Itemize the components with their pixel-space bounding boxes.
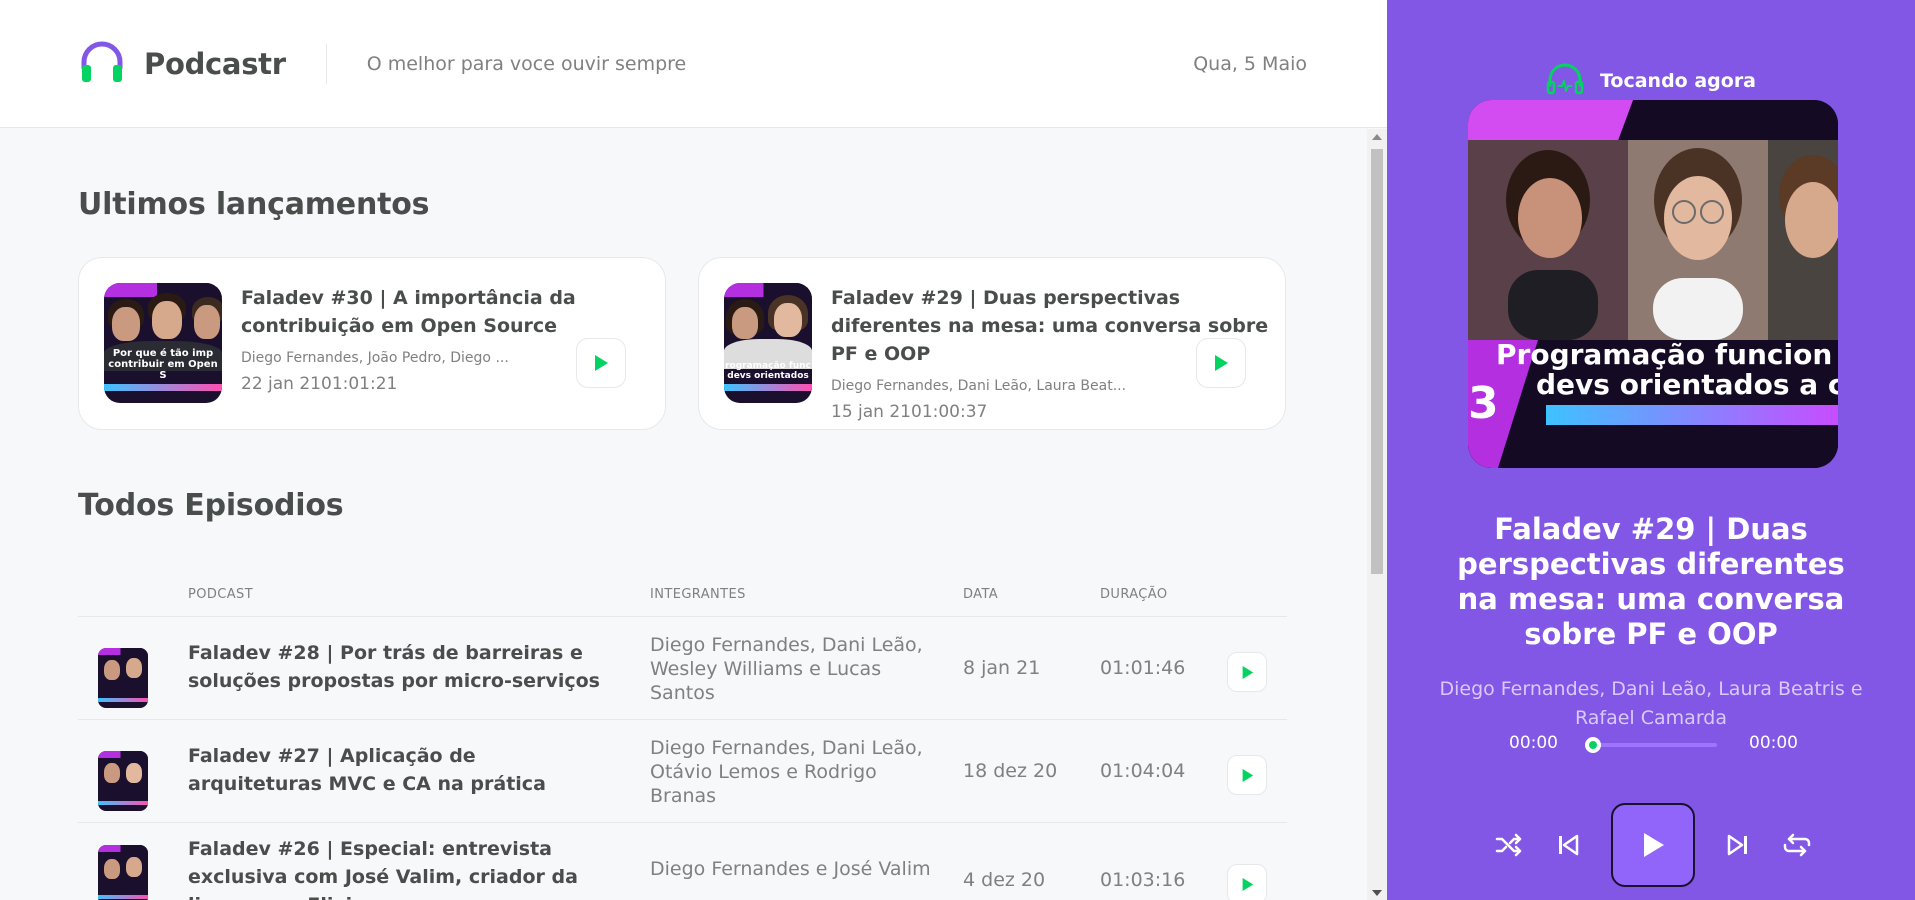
play-icon [1242,877,1253,891]
now-playing-members: Diego Fernandes, Dani Leão, Laura Beatri… [1439,678,1863,729]
player-panel: Tocando agora Programação funcion devs o… [1387,0,1915,900]
episodes-table: PODCAST INTEGRANTES DATA DURAÇÃO Faladev… [78,569,1287,900]
player-controls [1387,803,1915,887]
column-header-date: DATA [963,587,999,602]
episode-duration: 01:00:37 [911,402,988,422]
episode-date: 8 jan 21 [963,657,1041,679]
main-scrollbar[interactable] [1367,129,1387,900]
episode-duration: 01:01:21 [321,374,398,394]
episode-members: Diego Fernandes, Dani Leão, Otávio Lemos… [650,737,923,807]
repeat-button[interactable] [1782,830,1812,860]
play-icon [1215,355,1228,371]
episode-title-link[interactable]: Faladev #30 | A importância da contribui… [241,284,641,340]
episode-title-link[interactable]: Faladev #27 | Aplicação de arquiteturas … [188,742,608,798]
episode-date: 18 dez 20 [963,760,1058,782]
previous-button[interactable] [1553,830,1583,860]
headphones-logo-icon [78,38,126,90]
play-episode-button[interactable] [1227,652,1267,692]
latest-episode-card: rogramação func devs orientados Faladev … [698,257,1286,430]
current-time: 00:00 [1509,733,1558,753]
episode-thumbnail[interactable] [98,845,148,900]
episode-duration: 01:03:16 [1100,869,1186,891]
thumbnail-caption: Por que é tão imp contribuir em Open S [108,348,218,382]
progress-section: 00:00 00:00 [1387,733,1915,755]
player-header: Tocando agora [1387,63,1915,99]
now-playing-headphones-icon [1546,63,1584,99]
play-episode-button[interactable] [1227,755,1267,795]
cover-caption-line1: Programação funcion [1496,338,1833,371]
latest-heading: Ultimos lançamentos [78,187,430,222]
shuffle-button[interactable] [1494,830,1524,860]
cover-caption-line2: devs orientados a c [1536,368,1838,401]
cover-caption-number: 3 [1468,378,1499,429]
play-icon [1242,665,1253,679]
episode-cover-image: Programação funcion devs orientados a c … [1468,100,1838,468]
skip-next-icon [1727,834,1747,856]
total-time: 00:00 [1749,733,1798,753]
table-row: Faladev #27 | Aplicação de arquiteturas … [78,720,1287,823]
episode-members: Diego Fernandes, Dani Leão, Wesley Willi… [650,634,923,704]
column-header-duration: DURAÇÃO [1100,587,1168,602]
episode-thumbnail[interactable]: Por que é tão imp contribuir em Open S [104,283,222,403]
play-icon [1644,833,1664,857]
episode-title-link[interactable]: Faladev #26 | Especial: entrevista exclu… [188,835,608,900]
episode-members: Diego Fernandes, João Pedro, Diego ... [241,350,509,366]
progress-slider-handle[interactable] [1585,737,1601,753]
episode-title-link[interactable]: Faladev #28 | Por trás de barreiras e so… [188,639,608,695]
app-tagline: O melhor para voce ouvir sempre [366,52,687,75]
episode-duration: 01:01:46 [1100,657,1186,679]
episode-meta: 15 jan 2101:00:37 [831,402,1271,422]
column-header-podcast: PODCAST [188,587,254,602]
column-header-members: INTEGRANTES [650,587,746,602]
scroll-thumb[interactable] [1371,149,1383,574]
episode-members: Diego Fernandes, Dani Leão, Laura Beat..… [831,378,1127,394]
play-episode-button[interactable] [1196,338,1246,388]
episode-date: 22 jan 21 [241,374,321,394]
episode-thumbnail[interactable]: rogramação func devs orientados [724,283,812,403]
header-divider [325,43,327,84]
main-content: Ultimos lançamentos Por que é tão imp co… [0,129,1387,900]
play-pause-button[interactable] [1611,803,1695,887]
thumbnail-caption: rogramação func devs orientados [725,361,811,382]
play-icon [1242,768,1253,782]
episode-date: 15 jan 21 [831,402,911,422]
scroll-up-arrow-icon[interactable] [1372,134,1382,140]
table-row: Faladev #26 | Especial: entrevista exclu… [78,823,1287,900]
play-episode-button[interactable] [1227,864,1267,900]
scroll-down-arrow-icon[interactable] [1372,890,1382,896]
latest-episode-card: Por que é tão imp contribuir em Open S F… [78,257,666,430]
episode-thumbnail[interactable] [98,751,148,811]
play-episode-button[interactable] [576,338,626,388]
episode-date: 4 dez 20 [963,869,1046,891]
all-episodes-heading: Todos Episodios [78,488,344,523]
logo[interactable]: Podcastr [78,38,286,90]
latest-episodes: Por que é tão imp contribuir em Open S F… [78,257,1287,430]
progress-slider[interactable] [1594,743,1717,747]
episode-thumbnail[interactable] [98,648,148,708]
shuffle-icon [1495,833,1522,857]
now-playing-title: Faladev #29 | Duas perspectivas diferent… [1457,512,1845,651]
next-button[interactable] [1723,830,1753,860]
episode-duration: 01:04:04 [1100,760,1186,782]
skip-previous-icon [1559,834,1579,856]
now-playing-label: Tocando agora [1599,70,1757,92]
app-name: Podcastr [144,46,286,81]
episode-members: Diego Fernandes e José Valim [650,858,931,880]
repeat-icon [1783,833,1811,857]
play-icon [595,355,608,371]
current-date: Qua, 5 Maio [1193,52,1307,75]
app-header: Podcastr O melhor para voce ouvir sempre… [0,0,1387,128]
table-row: Faladev #28 | Por trás de barreiras e so… [78,617,1287,720]
table-header: PODCAST INTEGRANTES DATA DURAÇÃO [78,569,1287,617]
